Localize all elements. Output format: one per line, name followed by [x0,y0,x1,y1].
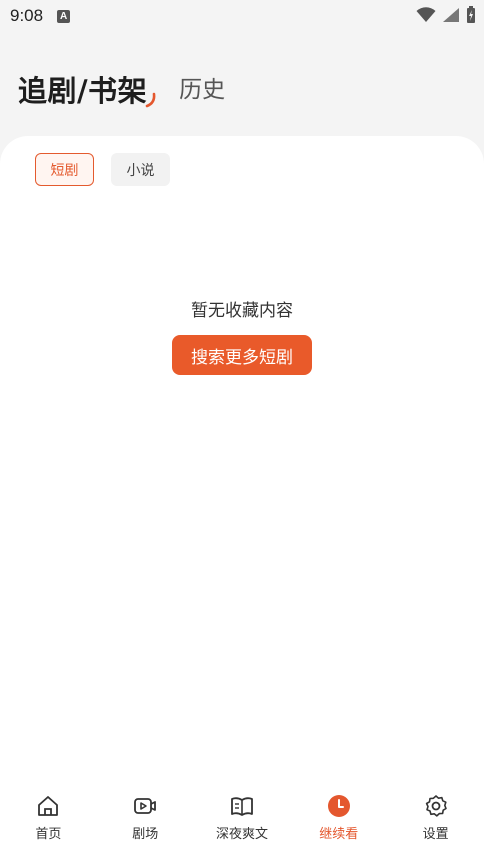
tab-shelf[interactable]: 追剧/书架 [18,68,156,110]
wifi-icon [416,7,436,22]
notification-app-icon: A [57,9,71,23]
header-tabs: 追剧/书架 历史 [18,60,225,110]
filter-chips: 短剧 小说 [35,153,170,186]
nav-label-night-novels: 深夜爽文 [215,827,268,842]
content-card: 短剧 小说 暂无收藏内容 搜索更多短剧 [0,136,484,786]
nav-item-theater[interactable]: 剧场 [97,786,194,860]
nav-label-theater: 剧场 [132,827,159,842]
tab-history[interactable]: 历史 [179,70,225,104]
empty-state-message: 暂无收藏内容 [191,301,293,321]
search-more-button[interactable]: 搜索更多短剧 [172,335,312,375]
nav-item-continue-watching[interactable]: 继续看 [290,786,387,860]
status-time: 9:08 [10,6,44,25]
bottom-nav: 首页 剧场 深夜爽文 继续看 设置 [0,786,484,860]
status-icons [416,6,476,24]
cell-signal-icon [443,8,459,22]
clock-icon [327,794,351,818]
app-screen: 9:08 A 追剧/书架 历史 短剧 小说 暂无收藏内容 搜索更多短剧 首页 剧… [0,0,484,860]
gear-icon [424,794,448,818]
nav-item-home[interactable]: 首页 [0,786,97,860]
tab-shelf-label: 追剧/书架 [18,74,148,108]
video-play-icon [133,794,157,818]
home-icon [36,794,60,818]
nav-label-settings: 设置 [422,827,449,842]
chip-novel[interactable]: 小说 [111,153,170,186]
battery-icon [467,6,475,23]
status-bar: 9:08 A [0,0,484,32]
nav-item-settings[interactable]: 设置 [387,786,484,860]
book-icon [230,794,254,818]
active-tab-indicator-icon [145,92,156,108]
chip-short-drama[interactable]: 短剧 [35,153,94,186]
nav-label-home: 首页 [35,827,62,842]
nav-label-continue-watching: 继续看 [319,827,359,842]
nav-item-night-novels[interactable]: 深夜爽文 [194,786,291,860]
